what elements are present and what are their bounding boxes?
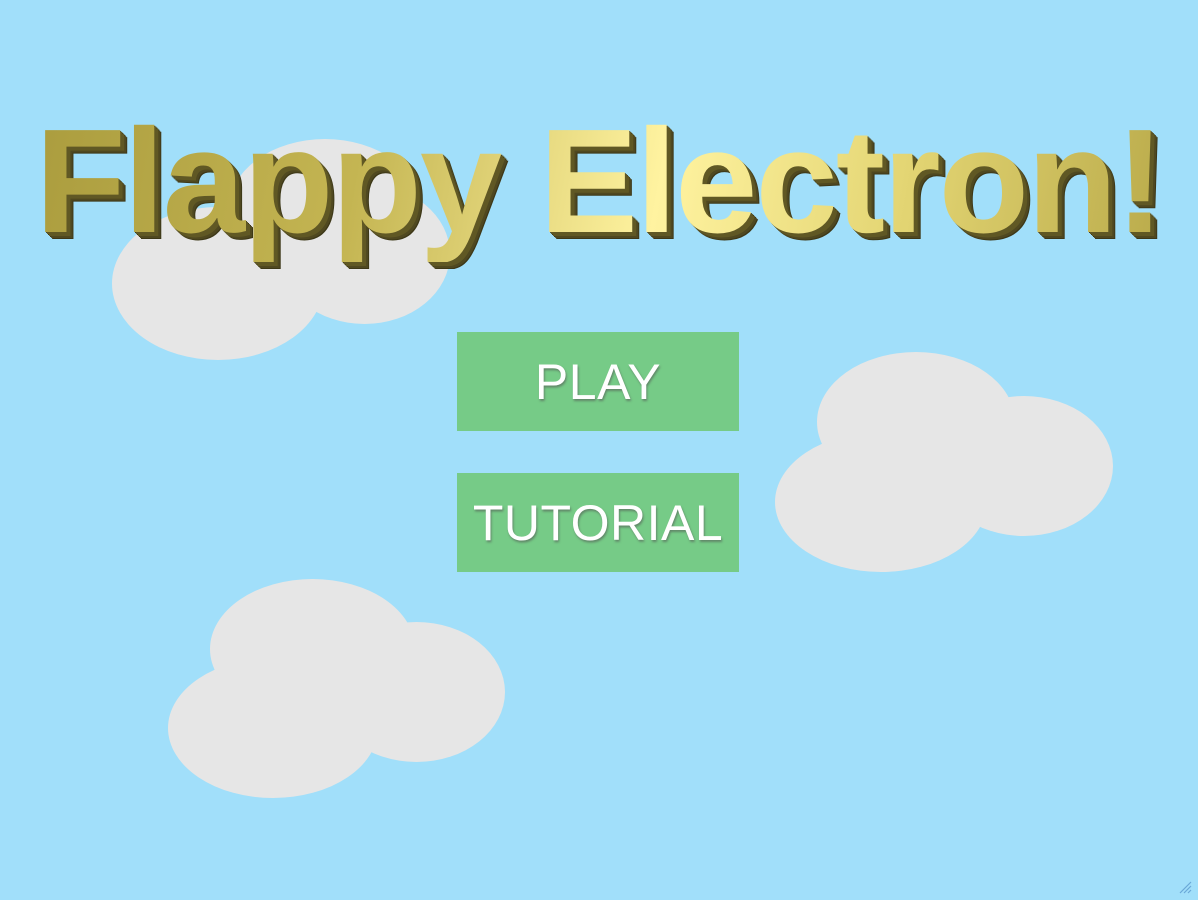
- play-button[interactable]: PLAY: [457, 332, 739, 431]
- cloud-puff: [935, 396, 1113, 536]
- tutorial-button[interactable]: TUTORIAL: [457, 473, 739, 572]
- cloud-puff: [328, 622, 505, 762]
- game-title: Flappy Electron!: [0, 102, 1198, 262]
- resize-grip-icon[interactable]: [1178, 880, 1192, 894]
- game-canvas[interactable]: Flappy Electron! PLAY TUTORIAL: [0, 0, 1198, 900]
